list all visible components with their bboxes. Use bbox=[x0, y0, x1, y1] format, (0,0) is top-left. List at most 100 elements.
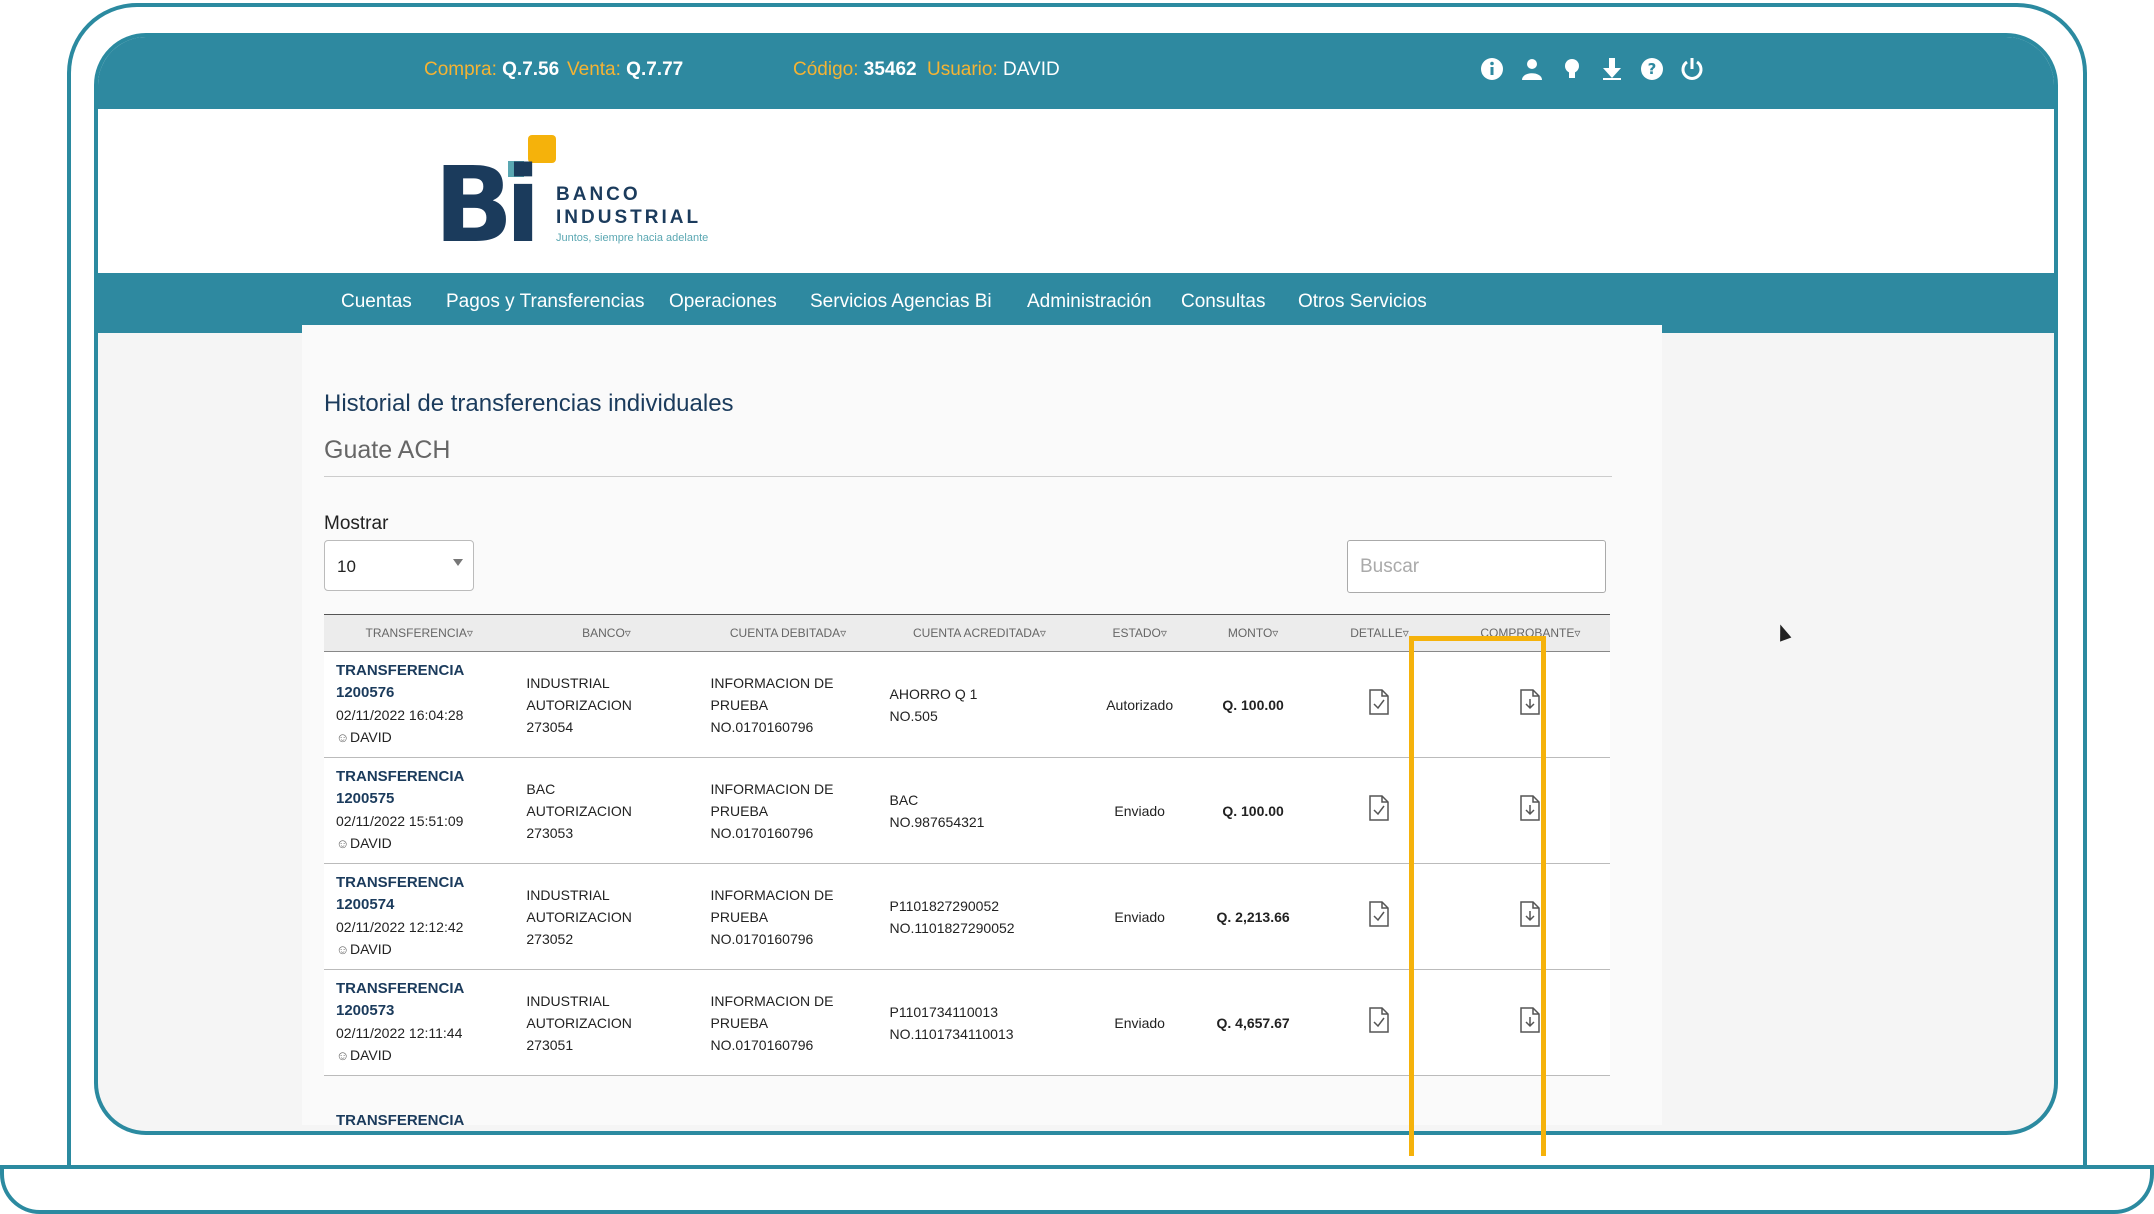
page-size-select[interactable]: 10 bbox=[324, 540, 474, 591]
nav-item-servicios-agencias[interactable]: Servicios Agencias Bi bbox=[810, 291, 992, 313]
transfer-user-name: DAVID bbox=[350, 729, 392, 745]
cell-monto: Q. 100.00 bbox=[1197, 651, 1309, 758]
cell-cuenta-debitada: INFORMACION DE PRUEBA NO.0170160796 bbox=[698, 969, 878, 1076]
cell-estado: Enviado bbox=[1081, 863, 1198, 970]
banco-line: INDUSTRIAL bbox=[526, 674, 610, 691]
cell-cuenta-debitada: INFORMACION DE PRUEBA NO.0170160796 bbox=[698, 863, 878, 970]
banco-line: 273051 bbox=[526, 1036, 574, 1053]
debitada-line: INFORMACION DE bbox=[710, 674, 834, 691]
nav-item-otros-servicios[interactable]: Otros Servicios bbox=[1298, 291, 1427, 313]
banco-line: INDUSTRIAL bbox=[526, 992, 610, 1009]
banco-line: AUTORIZACION bbox=[526, 1014, 632, 1031]
debitada-line: PRUEBA bbox=[710, 696, 769, 713]
cell-monto: Q. 4,657.67 bbox=[1197, 969, 1309, 1076]
debitada-line: NO.0170160796 bbox=[710, 718, 814, 735]
acreditada-line: P1101734110013 bbox=[889, 1003, 998, 1020]
col-header-estado[interactable]: ESTADO▿ bbox=[1081, 614, 1198, 652]
debitada-line: NO.0170160796 bbox=[710, 930, 814, 947]
col-header-label: ESTADO bbox=[1112, 626, 1161, 640]
col-header-label: MONTO bbox=[1227, 626, 1273, 640]
search-input[interactable] bbox=[1347, 540, 1606, 593]
transfer-link[interactable]: TRANSFERENCIA 1200573 bbox=[336, 978, 514, 1022]
col-header-label: BANCO bbox=[582, 626, 625, 640]
transfer-user-name: DAVID bbox=[350, 1047, 392, 1063]
col-header-banco[interactable]: BANCO▿ bbox=[514, 614, 699, 652]
detail-document-icon[interactable] bbox=[1369, 900, 1390, 927]
compra-value: Q.7.56 bbox=[502, 59, 560, 80]
transfer-type: TRANSFERENCIA bbox=[336, 980, 465, 997]
transfer-link[interactable]: TRANSFERENCIA 1200574 bbox=[336, 872, 514, 916]
col-header-label: CUENTA DEBITADA bbox=[729, 626, 841, 640]
cell-cuenta-acreditada: BAC NO.987654321 bbox=[877, 757, 1082, 864]
title-divider bbox=[324, 476, 1612, 477]
svg-text:?: ? bbox=[1648, 60, 1657, 78]
info-icon[interactable] bbox=[1480, 57, 1504, 81]
transfer-date: 02/11/2022 12:12:42 bbox=[336, 919, 464, 935]
page-subtitle: Guate ACH bbox=[324, 436, 451, 464]
transfer-link[interactable]: TRANSFERENCIA 1200575 bbox=[336, 766, 514, 810]
bank-logo-mark[interactable]: Bi bbox=[434, 153, 541, 257]
col-header-cuenta-acreditada[interactable]: CUENTA ACREDITADA▿ bbox=[877, 614, 1082, 652]
acreditada-line: BAC bbox=[889, 791, 919, 808]
nav-item-consultas[interactable]: Consultas bbox=[1181, 291, 1266, 313]
col-header-cuenta-debitada[interactable]: CUENTA DEBITADA▿ bbox=[698, 614, 878, 652]
debitada-line: PRUEBA bbox=[710, 908, 769, 925]
exchange-rate-venta: Venta: Q.7.77 bbox=[567, 59, 683, 81]
nav-item-operaciones[interactable]: Operaciones bbox=[669, 291, 777, 313]
transfer-type: TRANSFERENCIA bbox=[336, 768, 465, 785]
venta-label: Venta: bbox=[567, 59, 621, 80]
detail-document-icon[interactable] bbox=[1369, 1006, 1390, 1033]
cell-transferencia: TRANSFERENCIA 1200574 02/11/2022 12:12:42 ☺… bbox=[324, 863, 515, 970]
compra-label: Compra: bbox=[424, 59, 497, 80]
usuario-info: Usuario: DAVID bbox=[927, 59, 1060, 81]
banco-line: 273052 bbox=[526, 930, 574, 947]
banco-line: 273054 bbox=[526, 718, 574, 735]
detail-document-icon[interactable] bbox=[1369, 688, 1390, 715]
detalle-column-highlight bbox=[1409, 636, 1546, 1156]
cell-estado: Enviado bbox=[1081, 757, 1198, 864]
banco-line: AUTORIZACION bbox=[526, 696, 632, 713]
help-icon[interactable]: ? bbox=[1640, 57, 1664, 81]
venta-value: Q.7.77 bbox=[626, 59, 684, 80]
debitada-line: INFORMACION DE bbox=[710, 780, 834, 797]
usuario-value: DAVID bbox=[1003, 59, 1060, 80]
transfer-date: 02/11/2022 12:11:44 bbox=[336, 1025, 463, 1041]
top-bar: Compra: Q.7.56 Venta: Q.7.77 Código: 354… bbox=[98, 37, 2054, 109]
bank-header: Bi BANCO INDUSTRIAL Juntos, siempre haci… bbox=[98, 109, 2054, 273]
acreditada-line: NO.987654321 bbox=[889, 813, 985, 830]
cell-cuenta-acreditada: AHORRO Q 1 NO.505 bbox=[877, 651, 1082, 758]
transfer-user: ☺DAVID bbox=[336, 832, 514, 855]
transfer-user-name: DAVID bbox=[350, 941, 392, 957]
user-outline-icon: ☺ bbox=[336, 836, 350, 851]
debitada-line: NO.0170160796 bbox=[710, 1036, 814, 1053]
transfer-user: ☺DAVID bbox=[336, 726, 514, 749]
banco-line: INDUSTRIAL bbox=[526, 886, 610, 903]
nav-item-pagos-transferencias[interactable]: Pagos y Transferencias bbox=[446, 291, 645, 313]
nav-item-administracion[interactable]: Administración bbox=[1027, 291, 1152, 313]
cell-banco: BAC AUTORIZACION 273053 bbox=[514, 757, 699, 864]
user-icon[interactable] bbox=[1520, 57, 1544, 81]
download-icon[interactable] bbox=[1600, 57, 1624, 81]
debitada-line: NO.0170160796 bbox=[710, 824, 814, 841]
cell-transferencia: TRANSFERENCIA 1200575 02/11/2022 15:51:09 ☺… bbox=[324, 757, 515, 864]
bank-logo-name: BANCO INDUSTRIAL bbox=[556, 183, 701, 229]
laptop-base bbox=[0, 1165, 2154, 1214]
transfer-number: 1200573 bbox=[336, 1002, 395, 1019]
nav-item-cuentas[interactable]: Cuentas bbox=[341, 291, 412, 313]
detail-document-icon[interactable] bbox=[1369, 794, 1390, 821]
chevron-down-icon bbox=[453, 559, 463, 566]
codigo-info: Código: 35462 bbox=[793, 59, 917, 81]
partial-row-label: TRANSFERENCIA bbox=[336, 1112, 465, 1129]
page-size-value: 10 bbox=[337, 557, 356, 576]
cell-cuenta-acreditada: P1101734110013 NO.1101734110013 bbox=[877, 969, 1082, 1076]
col-header-monto[interactable]: MONTO▿ bbox=[1197, 614, 1309, 652]
cell-monto: Q. 100.00 bbox=[1197, 757, 1309, 864]
cell-transferencia: TRANSFERENCIA 1200573 02/11/2022 12:11:44 ☺… bbox=[324, 969, 515, 1076]
transfer-user-name: DAVID bbox=[350, 835, 392, 851]
power-icon[interactable] bbox=[1680, 57, 1704, 81]
cell-cuenta-debitada: INFORMACION DE PRUEBA NO.0170160796 bbox=[698, 757, 878, 864]
transfer-link[interactable]: TRANSFERENCIA 1200576 bbox=[336, 660, 514, 704]
col-header-label: DETALLE bbox=[1350, 626, 1403, 640]
col-header-transferencia[interactable]: TRANSFERENCIA▿ bbox=[324, 614, 515, 652]
lightbulb-icon[interactable] bbox=[1560, 57, 1584, 81]
